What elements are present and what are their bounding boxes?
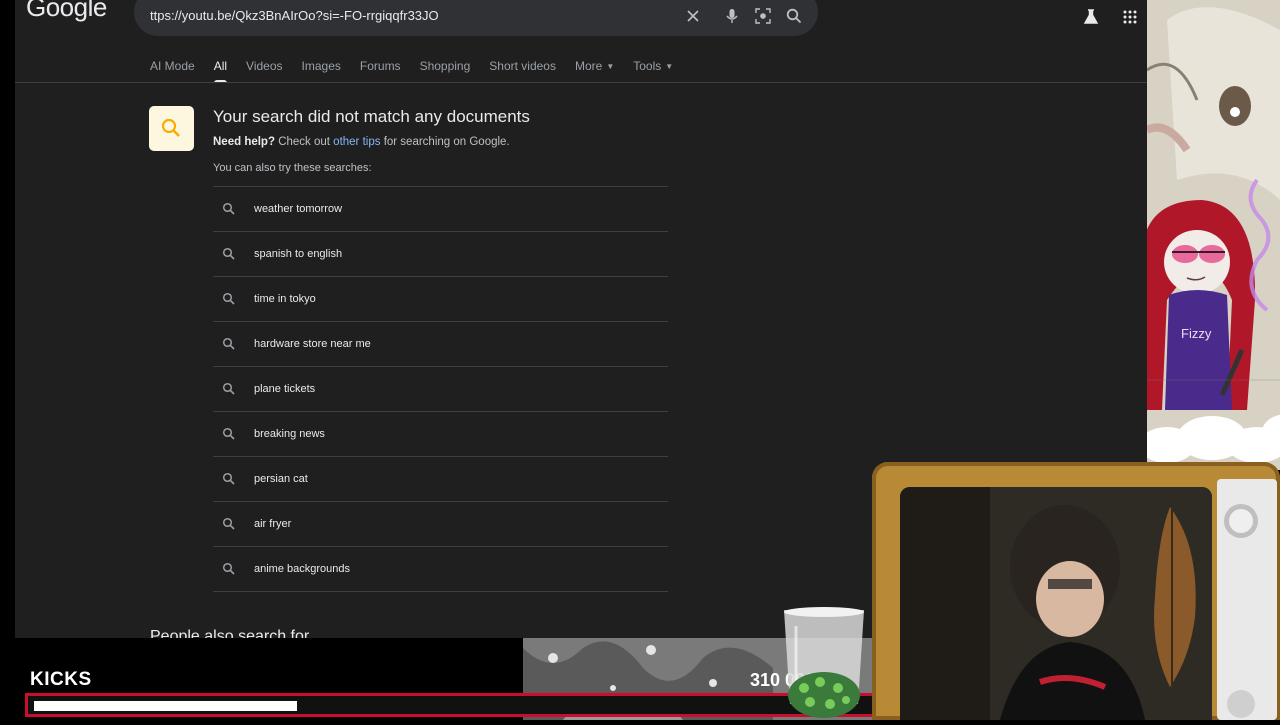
people-also-search-heading: People also search for [150, 628, 310, 638]
tab-all[interactable]: All [213, 59, 228, 83]
stream-background-art: Fizzy [1147, 0, 1280, 470]
suggestion-text: spanish to english [254, 248, 343, 260]
search-icon [161, 118, 180, 137]
tab-more-label: More [574, 59, 603, 73]
search-icon [222, 427, 235, 440]
help-bold: Need help? [213, 136, 275, 148]
suggestion-text: weather tomorrow [254, 203, 343, 215]
search-icon [222, 472, 235, 485]
webcam-tv-frame [872, 462, 1280, 720]
search-icon[interactable] [785, 7, 803, 25]
search-icon [222, 562, 235, 575]
tv-control-panel [1217, 479, 1277, 720]
tab-ai-mode[interactable]: AI Mode [150, 59, 195, 83]
google-logo[interactable]: Google [26, 0, 107, 23]
green-leaf-pile-icon [788, 672, 860, 718]
search-icon [222, 337, 235, 350]
search-icon [222, 292, 235, 305]
tab-images[interactable]: Images [302, 59, 341, 83]
suggestion-item[interactable]: weather tomorrow [213, 187, 668, 232]
suggestion-text: plane tickets [254, 383, 316, 395]
suggestion-item[interactable]: anime backgrounds [213, 547, 668, 592]
kicks-progress-bar [25, 693, 890, 717]
suggestion-item[interactable]: air fryer [213, 502, 668, 547]
help-pre: Check out [278, 136, 330, 148]
apps-grid-icon[interactable] [1121, 8, 1139, 26]
suggestion-list: weather tomorrow spanish to english time… [213, 186, 668, 592]
kicks-progress-fill [34, 701, 297, 711]
labs-flask-icon[interactable] [1082, 8, 1100, 26]
suggestion-text: air fryer [254, 518, 292, 530]
suggestion-text: time in tokyo [254, 293, 316, 305]
kicks-label: KICKS [30, 669, 92, 690]
caret-down-icon: ▼ [665, 62, 674, 71]
suggestion-text: breaking news [254, 428, 325, 440]
search-icon [222, 382, 235, 395]
suggestion-item[interactable]: time in tokyo [213, 277, 668, 322]
no-results-icon [149, 106, 194, 151]
search-icon [222, 247, 235, 260]
suggestion-item[interactable]: hardware store near me [213, 322, 668, 367]
tab-videos[interactable]: Videos [246, 59, 282, 83]
suggestion-text: anime backgrounds [254, 563, 351, 575]
search-input[interactable]: ttps://youtu.be/Qkz3BnAIrOo?si=-FO-rrgiq… [150, 8, 439, 23]
suggestion-text: persian cat [254, 473, 308, 485]
suggestion-item[interactable]: persian cat [213, 457, 668, 502]
search-icon [222, 202, 235, 215]
tab-forums[interactable]: Forums [360, 59, 401, 83]
tab-short-videos[interactable]: Short videos [489, 59, 556, 83]
suggestion-item[interactable]: plane tickets [213, 367, 668, 412]
other-tips-link[interactable]: other tips [333, 136, 380, 148]
tabs-divider [15, 82, 1147, 83]
clear-icon[interactable] [684, 7, 702, 25]
search-tabs: AI Mode All Videos Images Forums Shoppin… [150, 59, 692, 83]
suggestion-item[interactable]: spanish to english [213, 232, 668, 277]
suggestion-text: hardware store near me [254, 338, 371, 350]
tv-knob-icon [1224, 504, 1258, 718]
suggestion-item[interactable]: breaking news [213, 412, 668, 457]
search-icon [222, 517, 235, 530]
help-post: for searching on Google. [383, 136, 510, 148]
camera-lens-icon[interactable] [754, 7, 772, 25]
tab-tools[interactable]: Tools ▼ [633, 59, 673, 83]
microphone-icon[interactable] [723, 7, 741, 25]
tab-more[interactable]: More ▼ [575, 59, 614, 83]
help-text: Need help? Check out other tips for sear… [213, 136, 510, 148]
tab-shopping[interactable]: Shopping [420, 59, 471, 83]
caret-down-icon: ▼ [606, 62, 615, 71]
character-shirt-text: Fizzy [1181, 326, 1212, 341]
also-try-label: You can also try these searches: [213, 162, 372, 174]
webcam-person-image [900, 487, 1212, 720]
webcam-feed [900, 487, 1212, 720]
character-illustration: Fizzy [1147, 0, 1280, 470]
tab-tools-label: Tools [633, 59, 662, 73]
no-results-title: Your search did not match any documents [213, 107, 530, 126]
search-bar[interactable]: ttps://youtu.be/Qkz3BnAIrOo?si=-FO-rrgiq… [134, 0, 818, 36]
